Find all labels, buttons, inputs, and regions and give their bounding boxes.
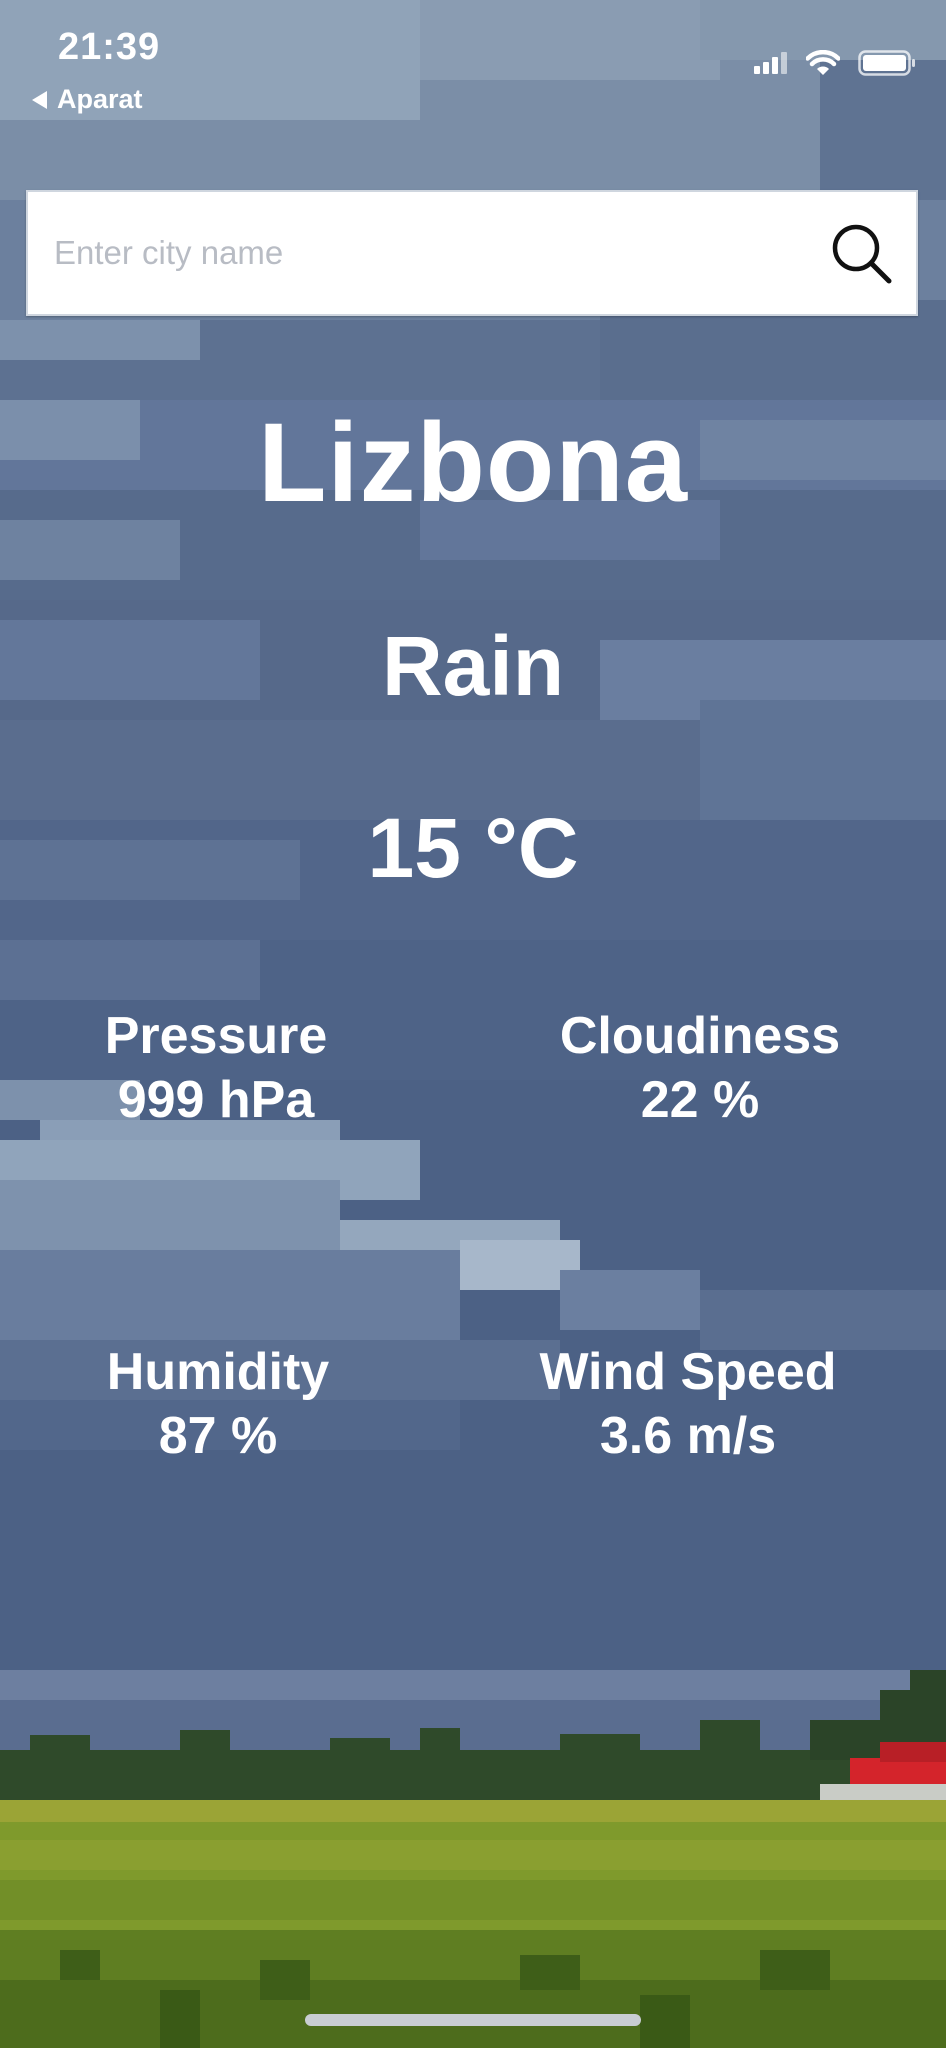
city-search-input[interactable] [28,192,806,314]
home-indicator[interactable] [305,2014,641,2026]
pressure-stat: Pressure 999 hPa [16,1004,416,1132]
back-to-app-button[interactable]: Aparat [32,84,143,115]
cellular-signal-icon [754,52,788,74]
wind-speed-stat: Wind Speed 3.6 m/s [488,1340,888,1468]
pressure-label: Pressure [104,1007,328,1065]
humidity-value: 87 % [158,1407,278,1465]
humidity-stat: Humidity 87 % [18,1340,418,1468]
status-icons [754,50,916,76]
humidity-label: Humidity [106,1343,330,1401]
cloudiness-stat: Cloudiness 22 % [500,1004,900,1132]
city-name: Lizbona [257,400,689,525]
weather-app-screen: 21:39 Aparat Enter city name Lizbona Rai… [0,0,946,2048]
back-arrow-icon [32,90,47,109]
status-bar: 21:39 Aparat [0,0,946,140]
wind-speed-value: 3.6 m/s [599,1407,777,1465]
back-to-app-label: Aparat [57,84,143,114]
status-time: 21:39 [58,26,161,68]
weather-condition: Rain [381,619,565,713]
city-search-bar [26,190,918,316]
search-button[interactable] [806,192,916,314]
wifi-icon [806,50,840,76]
wind-speed-label: Wind Speed [539,1343,837,1401]
search-icon [832,224,892,284]
battery-icon [858,50,916,76]
cloudiness-label: Cloudiness [559,1007,841,1065]
temperature: 15 °C [367,801,579,895]
pressure-value: 999 hPa [117,1071,315,1129]
cloudiness-value: 22 % [640,1071,760,1129]
